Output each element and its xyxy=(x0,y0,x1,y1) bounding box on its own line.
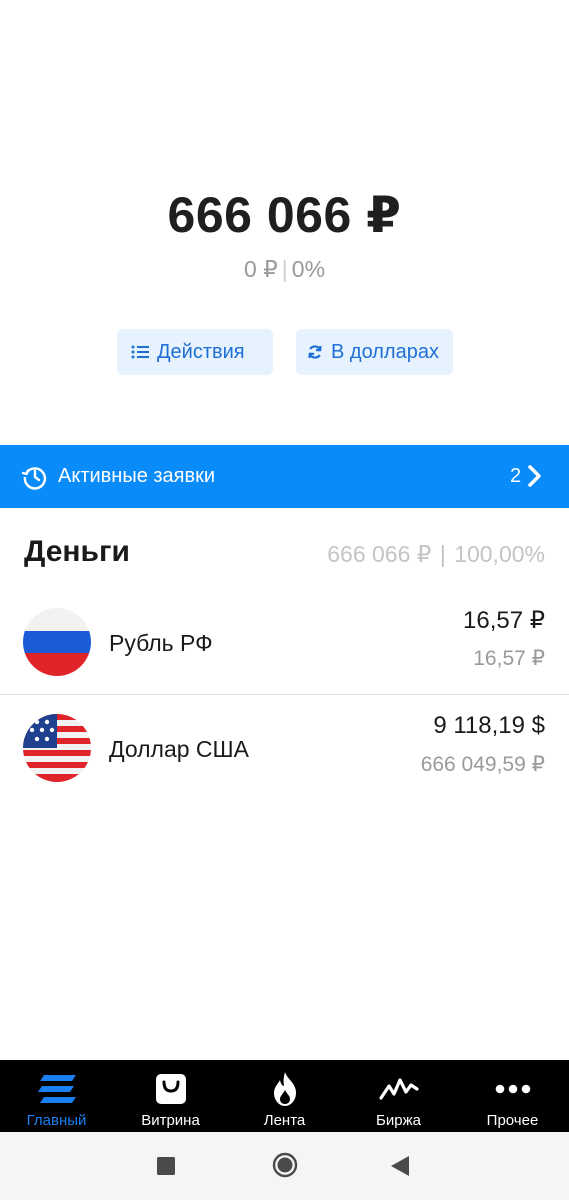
refresh-icon xyxy=(307,344,323,360)
history-icon xyxy=(21,464,48,495)
tab-more[interactable]: Прочее xyxy=(456,1060,569,1132)
home-icon xyxy=(0,1072,113,1106)
portfolio-total: 666 066 ₽ xyxy=(167,187,402,243)
in-dollars-button[interactable]: В долларах xyxy=(296,329,453,375)
russia-flag-icon xyxy=(23,608,91,676)
flame-icon xyxy=(228,1072,341,1106)
tab-showcase[interactable]: Витрина xyxy=(114,1060,227,1132)
asset-value: 16,57 ₽ xyxy=(473,647,545,670)
shopping-bag-icon xyxy=(114,1072,227,1106)
in-dollars-label: В долларах xyxy=(331,340,439,363)
chart-pulse-icon xyxy=(342,1072,455,1106)
asset-row-usd[interactable]: Доллар США 9 118,19 $ 666 049,59 ₽ xyxy=(0,694,569,799)
list-icon xyxy=(131,344,149,360)
home-circle-icon[interactable] xyxy=(272,1152,298,1183)
money-section-summary: 666 066 ₽ | 100,00% xyxy=(327,541,545,568)
active-orders-count: 2 xyxy=(510,465,522,487)
recent-apps-icon[interactable] xyxy=(157,1157,175,1180)
active-orders-label: Активные заявки xyxy=(58,465,216,487)
tab-home[interactable]: Главный xyxy=(0,1060,113,1132)
tab-exchange[interactable]: Биржа xyxy=(342,1060,455,1132)
asset-amount: 16,57 ₽ xyxy=(463,607,545,634)
change-separator: | xyxy=(281,256,288,282)
change-amount: 0 ₽ xyxy=(243,256,278,282)
change-percent: 0% xyxy=(291,256,326,282)
portfolio-change: 0 ₽ | 0% xyxy=(0,256,569,283)
more-dots-icon xyxy=(456,1072,569,1106)
money-section-total: 666 066 ₽ xyxy=(327,541,432,567)
chevron-right-icon xyxy=(525,463,543,494)
asset-value: 666 049,59 ₽ xyxy=(420,753,545,776)
bottom-tab-bar: Главный Витрина Лента Биржа Прочее xyxy=(0,1060,569,1132)
active-orders-bar[interactable]: Активные заявки 2 xyxy=(0,445,569,508)
money-section-separator: | xyxy=(439,541,446,567)
back-icon[interactable] xyxy=(391,1156,409,1181)
tab-label: Главный xyxy=(26,1112,87,1129)
actions-button[interactable]: Действия xyxy=(117,329,273,375)
money-section-title: Деньги xyxy=(24,535,130,568)
tab-label: Биржа xyxy=(376,1112,421,1129)
tab-label: Витрина xyxy=(141,1112,200,1129)
tab-feed[interactable]: Лента xyxy=(228,1060,341,1132)
tab-label: Лента xyxy=(263,1112,306,1129)
tab-label: Прочее xyxy=(486,1112,539,1129)
system-navigation-bar xyxy=(0,1132,569,1200)
usa-flag-icon xyxy=(23,714,91,782)
asset-name: Рубль РФ xyxy=(109,630,213,656)
asset-name: Доллар США xyxy=(109,736,249,762)
asset-amount: 9 118,19 $ xyxy=(433,712,545,739)
asset-row-rub[interactable]: Рубль РФ 16,57 ₽ 16,57 ₽ xyxy=(0,588,569,693)
actions-label: Действия xyxy=(157,340,245,363)
money-section-share: 100,00% xyxy=(454,541,545,567)
